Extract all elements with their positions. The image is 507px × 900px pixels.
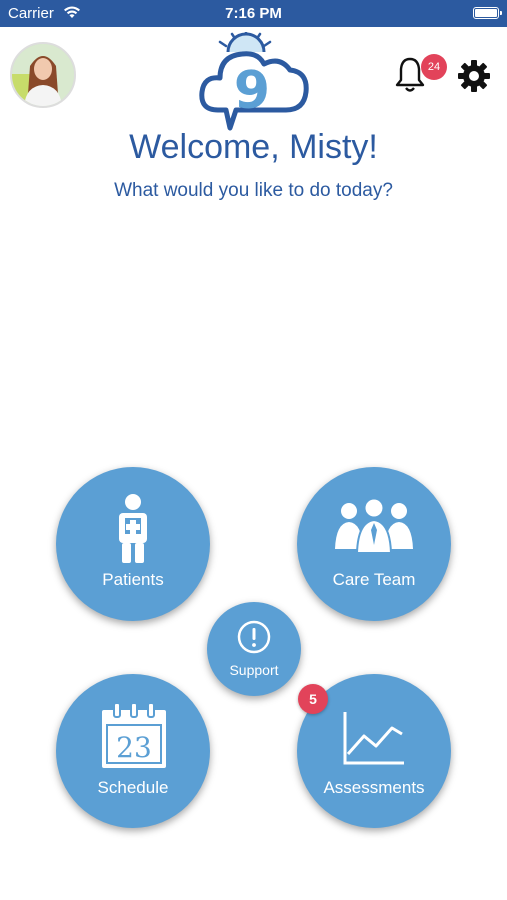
battery-icon bbox=[473, 7, 502, 19]
app-logo: 9 bbox=[199, 32, 309, 131]
assessments-label: Assessments bbox=[323, 778, 425, 797]
care-team-icon bbox=[335, 497, 413, 553]
patients-button[interactable]: Patients bbox=[56, 467, 210, 621]
patients-label: Patients bbox=[102, 570, 164, 589]
avatar[interactable] bbox=[10, 42, 76, 108]
line-chart-icon bbox=[343, 712, 404, 765]
clock: 7:16 PM bbox=[225, 5, 282, 22]
logo-number: 9 bbox=[234, 61, 270, 121]
support-label: Support bbox=[229, 662, 279, 678]
welcome-heading: Welcome, Misty! bbox=[129, 128, 378, 166]
patient-icon bbox=[119, 494, 147, 563]
status-bar: Carrier 7:16 PM bbox=[0, 0, 507, 27]
calendar-day: 23 bbox=[116, 731, 152, 764]
assessments-count-badge: 5 bbox=[298, 684, 328, 714]
avatar-photo bbox=[12, 44, 74, 106]
schedule-button[interactable]: 23 Schedule bbox=[56, 674, 210, 828]
care-team-label: Care Team bbox=[332, 570, 416, 589]
exclamation-circle-icon bbox=[237, 620, 271, 654]
gear-icon[interactable] bbox=[456, 58, 492, 94]
calendar-icon: 23 bbox=[102, 702, 166, 768]
schedule-label: Schedule bbox=[97, 778, 169, 797]
welcome-subtitle: What would you like to do today? bbox=[114, 180, 393, 201]
notification-count-badge: 24 bbox=[421, 54, 447, 80]
care-team-button[interactable]: Care Team bbox=[297, 467, 451, 621]
support-button[interactable]: Support bbox=[207, 602, 301, 696]
